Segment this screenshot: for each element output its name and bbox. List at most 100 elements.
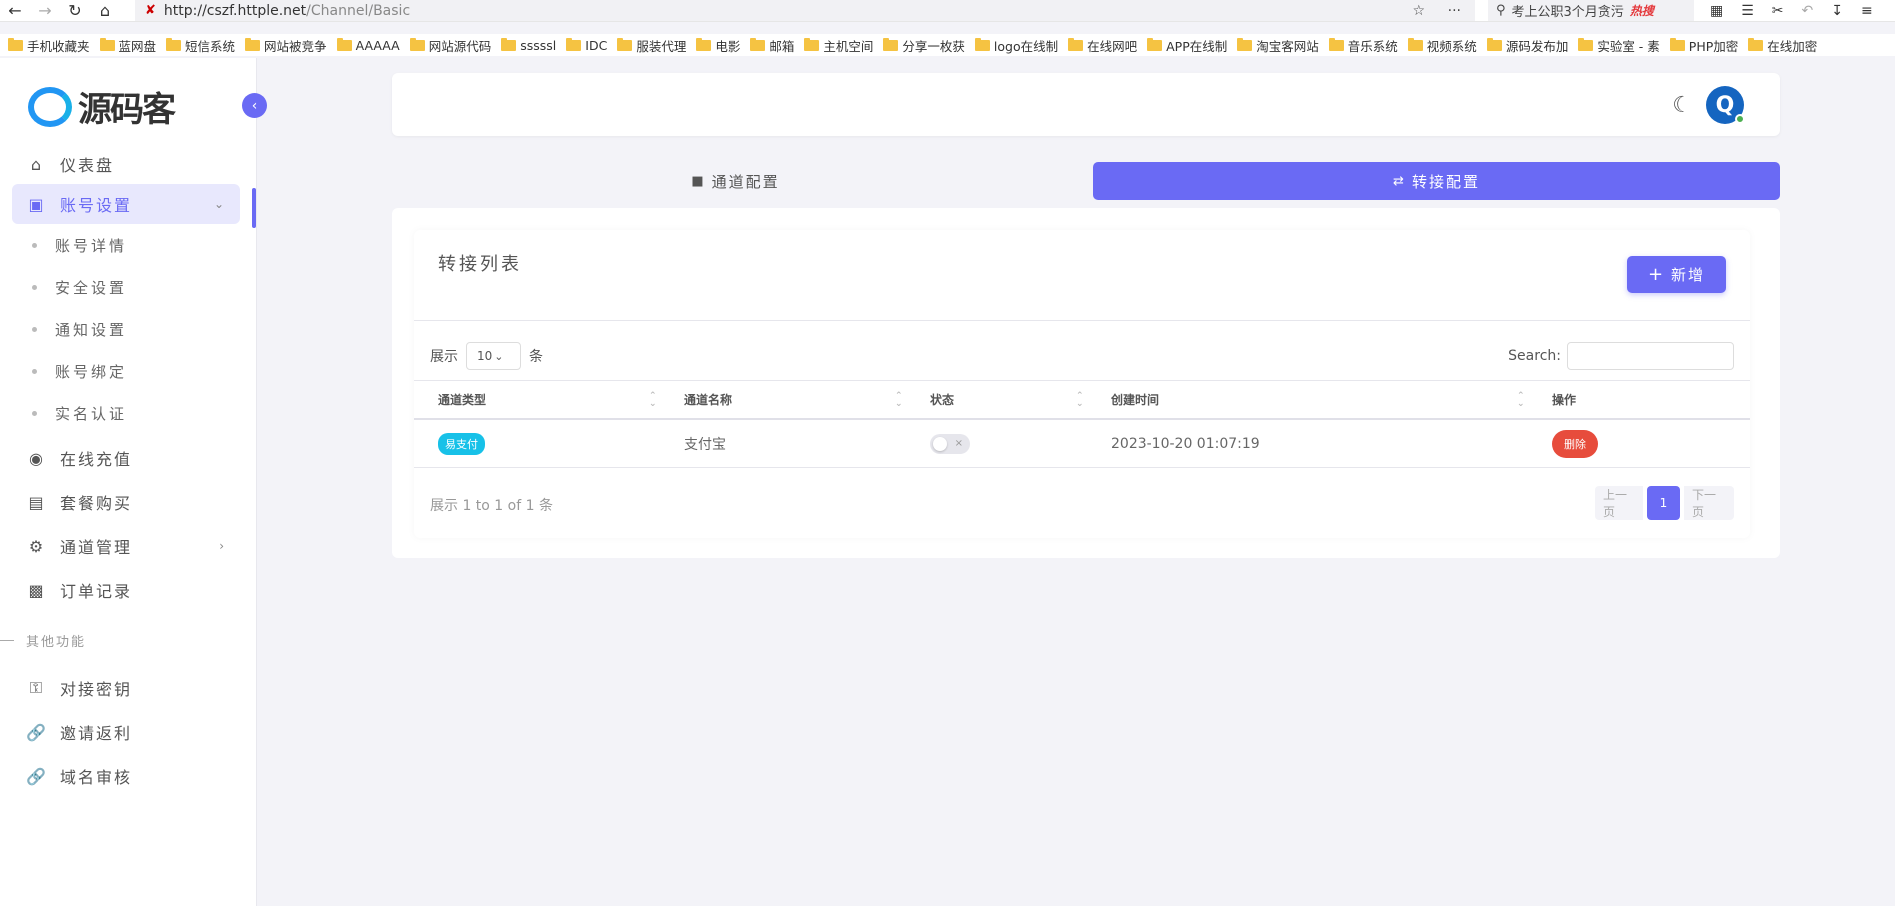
tab-transfer-config[interactable]: ⇄ 转接配置 [1093, 162, 1780, 200]
more-icon[interactable]: ··· [1448, 3, 1461, 19]
folder-icon [1147, 37, 1163, 51]
bookmark-item[interactable]: 电影 [696, 36, 740, 55]
folder-icon [1669, 37, 1685, 51]
back-icon[interactable]: ← [0, 0, 30, 22]
sort-icon[interactable]: ⌃ ⌄ [1517, 391, 1525, 408]
bookmark-item[interactable]: 实验室 - 素 [1578, 36, 1660, 55]
chat-icon: ■ [691, 173, 706, 189]
favorites-icon[interactable]: ☰ [1741, 3, 1754, 19]
sidebar-item-label: 对接密钥 [60, 680, 133, 699]
browser-search[interactable]: ⚲ 考上公职3个月贪污 热搜 [1488, 0, 1694, 21]
address-bar[interactable]: ✘ http://cszf.httple.net /Channel/Basic … [135, 0, 1475, 21]
bookmark-item[interactable]: 在线加密 [1748, 36, 1817, 55]
bookmark-item[interactable]: 蓝网盘 [99, 36, 156, 55]
forward-icon[interactable]: → [30, 0, 60, 22]
bookmark-item[interactable]: 手机收藏夹 [8, 36, 90, 55]
menu-icon[interactable]: ≡ [1861, 3, 1873, 19]
bookmark-item[interactable]: 网站被竞争 [245, 36, 327, 55]
avatar[interactable]: Q [1706, 86, 1745, 124]
sidebar-item-domain-review[interactable]: 🔗 域名审核 [12, 756, 240, 796]
home-icon: ⌂ [30, 154, 44, 174]
bookmark-label: 源码发布加 [1505, 38, 1569, 54]
bullet-icon [32, 284, 37, 290]
sort-icon[interactable]: ⌃ ⌄ [1076, 391, 1084, 408]
sidebar-item-recharge[interactable]: ◉ 在线充值 [12, 438, 240, 478]
column-header-created[interactable]: 创建时间 [1111, 391, 1159, 408]
bullet-icon [32, 326, 37, 332]
undo-icon[interactable]: ↶ [1802, 3, 1814, 19]
submenu-item-account-details[interactable]: 账号详情 [12, 224, 240, 266]
sidebar-item-label: 在线充值 [60, 450, 133, 469]
folder-icon [8, 37, 23, 51]
next-page-button[interactable]: 下一页 [1684, 486, 1734, 520]
table-info: 展示 1 to 1 of 1 条 [430, 498, 553, 514]
bookmark-item[interactable]: 主机空间 [804, 36, 873, 55]
star-icon[interactable]: ☆ [1412, 3, 1425, 19]
bookmark-item[interactable]: 网站源代码 [409, 36, 491, 55]
bookmark-item[interactable]: logo在线制 [974, 36, 1058, 55]
bookmark-item[interactable]: APP在线制 [1147, 36, 1227, 55]
tab-channel-config[interactable]: ■ 通道配置 [392, 162, 1079, 200]
transfer-table: 通道类型 ⌃ ⌄ 通道名称 ⌃ ⌄ 状态 ⌃ ⌄ 创建时间 ⌃ ⌄ 操作 易支付 支付宝… [414, 380, 1750, 468]
sort-icon[interactable]: ⌃ ⌄ [649, 391, 657, 408]
page-length-select[interactable]: 10 ⌄ [466, 342, 521, 370]
grid-icon[interactable]: ▦ [1710, 3, 1723, 19]
bookmark-item[interactable]: PHP加密 [1669, 36, 1738, 55]
column-header-type[interactable]: 通道类型 [438, 391, 486, 408]
prev-page-button[interactable]: 上一页 [1595, 486, 1643, 520]
bookmark-item[interactable]: IDC [566, 37, 607, 53]
bookmark-item[interactable]: AAAAA [336, 37, 400, 53]
sidebar-item-packages[interactable]: ▤ 套餐购买 [12, 482, 240, 522]
bookmark-label: 淘宝客网站 [1256, 38, 1319, 54]
submenu-item-security[interactable]: 安全设置 [12, 266, 240, 308]
delete-button[interactable]: 删除 [1552, 429, 1598, 458]
bookmark-label: 手机收藏夹 [27, 38, 90, 54]
submenu-item-binding[interactable]: 账号绑定 [12, 350, 240, 392]
reload-icon[interactable]: ↻ [60, 0, 90, 22]
chevron-right-icon: › [219, 539, 226, 553]
folder-icon [1328, 37, 1344, 51]
swap-icon: ⇄ [1393, 173, 1406, 189]
sidebar-item-label: 仪表盘 [60, 156, 115, 175]
insecure-icon: ✘ [145, 3, 156, 18]
bookmark-item[interactable]: 服装代理 [617, 36, 686, 55]
submenu-item-notifications[interactable]: 通知设置 [12, 308, 240, 350]
bookmark-item[interactable]: 邮箱 [750, 36, 794, 55]
sidebar-item-dashboard[interactable]: ⌂ 仪表盘 [12, 144, 240, 184]
sidebar-item-label: 通道管理 [60, 538, 133, 557]
collapse-sidebar-button[interactable]: ‹ [242, 93, 267, 118]
add-button[interactable]: + 新增 [1627, 256, 1726, 293]
sidebar-item-orders[interactable]: ▩ 订单记录 [12, 570, 240, 610]
bookmark-item[interactable]: 在线网吧 [1068, 36, 1137, 55]
sidebar-item-channel-management[interactable]: ⚙ 通道管理 › [12, 526, 240, 566]
table-search: Search: [1508, 342, 1734, 370]
bookmark-item[interactable]: 源码发布加 [1486, 36, 1569, 55]
page-button-current[interactable]: 1 [1647, 486, 1680, 520]
section-label-other: 其他功能 [0, 620, 240, 660]
submenu-item-verification[interactable]: 实名认证 [12, 392, 240, 434]
scissors-icon[interactable]: ✂ [1772, 3, 1784, 19]
sidebar-item-referral[interactable]: 🔗 邀请返利 [12, 712, 240, 752]
bookmark-item[interactable]: 音乐系统 [1328, 36, 1398, 55]
search-input[interactable] [1567, 342, 1734, 370]
dark-mode-toggle-icon[interactable]: ☾ [1672, 93, 1692, 118]
sort-icon[interactable]: ⌃ ⌄ [895, 391, 903, 408]
sidebar-item-label: 域名审核 [60, 768, 133, 787]
bookmark-item[interactable]: 视频系统 [1407, 36, 1477, 55]
bookmark-item[interactable]: 分享一枚获 [883, 36, 965, 55]
home-page-icon[interactable]: ⌂ [90, 0, 120, 22]
sidebar-item-account-settings[interactable]: ▣ 账号设置 ⌄ [12, 184, 240, 224]
status-toggle[interactable]: × [930, 433, 970, 454]
link-icon: 🔗 [26, 722, 48, 742]
sidebar-item-api-key[interactable]: ⚿ 对接密钥 [12, 668, 240, 708]
download-icon[interactable]: ↧ [1831, 3, 1843, 19]
sidebar-item-label: 订单记录 [60, 582, 133, 601]
url-host: http://cszf.httple.net [163, 2, 307, 19]
bookmark-item[interactable]: 淘宝客网站 [1237, 36, 1319, 55]
bookmark-item[interactable]: sssssl [501, 37, 556, 53]
column-header-name[interactable]: 通道名称 [684, 391, 732, 408]
hot-search-label: 热搜 [1629, 4, 1654, 18]
column-header-status[interactable]: 状态 [930, 391, 954, 408]
bookmark-item[interactable]: 短信系统 [166, 36, 235, 55]
tab-label: 转接配置 [1411, 172, 1480, 191]
